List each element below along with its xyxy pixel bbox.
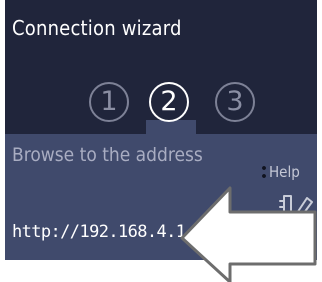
help-label: Help xyxy=(269,163,300,181)
help-button[interactable]: Help xyxy=(262,162,300,182)
step-2[interactable]: 2 xyxy=(149,82,189,122)
active-step-indicator xyxy=(146,120,196,136)
instruction-text: Browse to the address xyxy=(12,144,203,166)
wizard-title: Connection wizard xyxy=(12,16,182,40)
dots-icon xyxy=(262,165,266,179)
device-url[interactable]: http://192.168.4.1 xyxy=(12,222,186,242)
step-1[interactable]: 1 xyxy=(89,82,129,122)
edit-pencil-icon[interactable] xyxy=(276,192,314,222)
step-3[interactable]: 3 xyxy=(215,82,255,122)
